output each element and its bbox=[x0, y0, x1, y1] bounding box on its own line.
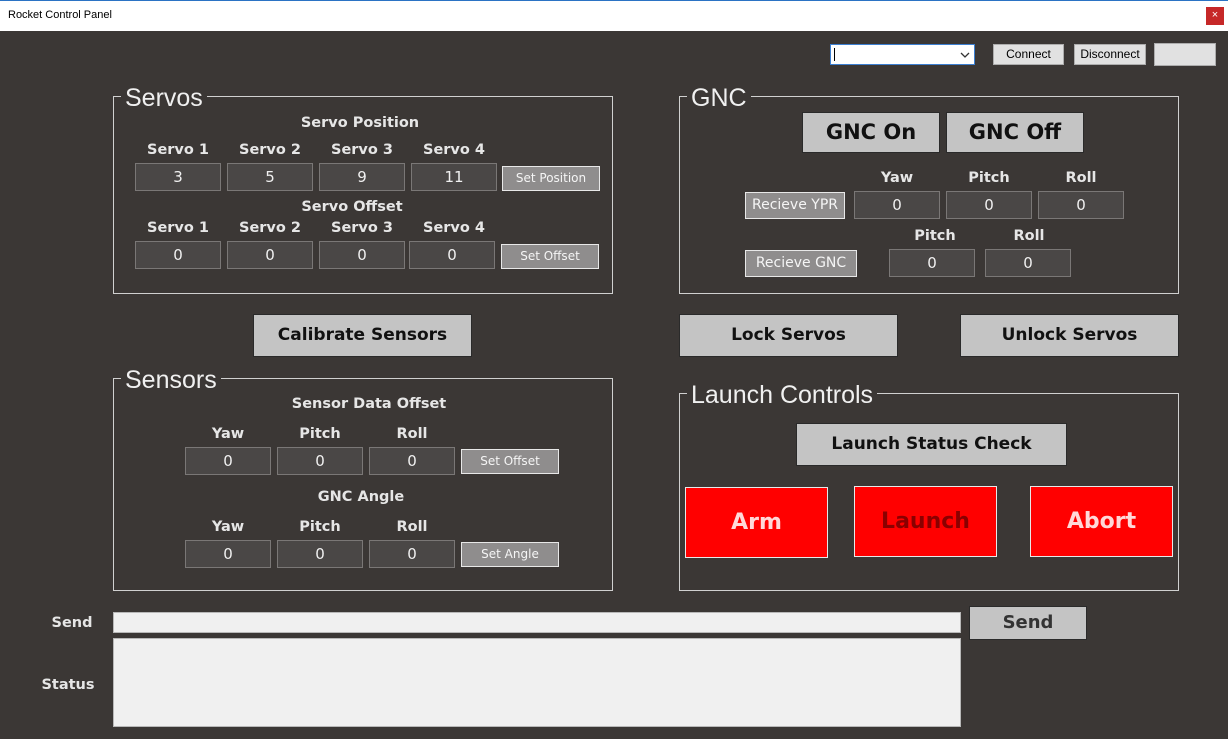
send-label: Send bbox=[51, 615, 93, 631]
sensor-data-offset-heading: Sensor Data Offset bbox=[291, 396, 447, 412]
status-output[interactable] bbox=[113, 638, 961, 727]
unlock-servos-button[interactable]: Unlock Servos bbox=[960, 314, 1179, 357]
gnc-angle-yaw-label: Yaw bbox=[211, 519, 245, 535]
set-servo-offset-button[interactable]: Set Offset bbox=[501, 244, 599, 269]
port-select[interactable] bbox=[830, 44, 975, 65]
servo-3-offset-label: Servo 3 bbox=[331, 220, 393, 236]
gnc-off-button[interactable]: GNC Off bbox=[946, 112, 1084, 153]
gnc-pitch-label: Pitch bbox=[968, 170, 1010, 186]
servo-position-heading: Servo Position bbox=[300, 115, 420, 131]
gnc-roll-input[interactable]: 0 bbox=[1038, 191, 1124, 219]
gnc-angle-yaw-input[interactable]: 0 bbox=[185, 540, 271, 568]
gnc-group-title: GNC bbox=[687, 84, 751, 112]
launch-button[interactable]: Launch bbox=[854, 486, 997, 557]
gnc-yaw-input[interactable]: 0 bbox=[854, 191, 940, 219]
servo-4-position-label: Servo 4 bbox=[423, 142, 485, 158]
servo-4-offset-label: Servo 4 bbox=[423, 220, 485, 236]
gnc-angle-roll-input[interactable]: 0 bbox=[985, 249, 1071, 277]
sensors-group-title: Sensors bbox=[121, 366, 221, 394]
lock-servos-button[interactable]: Lock Servos bbox=[679, 314, 898, 357]
servo-1-position-label: Servo 1 bbox=[147, 142, 209, 158]
set-angle-button[interactable]: Set Angle bbox=[461, 542, 559, 567]
gnc-angle-pitch-label-2: Pitch bbox=[299, 519, 341, 535]
cursor-caret bbox=[834, 48, 835, 61]
sensor-offset-yaw-input[interactable]: 0 bbox=[185, 447, 271, 475]
servo-2-position-input[interactable]: 5 bbox=[227, 163, 313, 191]
servos-group-title: Servos bbox=[121, 84, 207, 112]
gnc-angle-roll-label-2: Roll bbox=[396, 519, 428, 535]
gnc-angle-pitch-label: Pitch bbox=[914, 228, 956, 244]
servo-3-position-label: Servo 3 bbox=[331, 142, 393, 158]
title-bar: Rocket Control Panel × bbox=[0, 0, 1228, 31]
sensor-offset-yaw-label: Yaw bbox=[211, 426, 245, 442]
close-button[interactable]: × bbox=[1206, 7, 1224, 25]
servo-offset-heading: Servo Offset bbox=[301, 199, 403, 215]
servo-4-offset-input[interactable]: 0 bbox=[409, 241, 495, 269]
abort-button[interactable]: Abort bbox=[1030, 486, 1173, 557]
chevron-down-icon bbox=[960, 52, 970, 58]
gnc-yaw-label: Yaw bbox=[880, 170, 914, 186]
gnc-angle-roll-input-2[interactable]: 0 bbox=[369, 540, 455, 568]
servo-3-offset-input[interactable]: 0 bbox=[319, 241, 405, 269]
servo-1-offset-input[interactable]: 0 bbox=[135, 241, 221, 269]
servo-4-position-input[interactable]: 11 bbox=[411, 163, 497, 191]
gnc-angle-heading: GNC Angle bbox=[317, 489, 405, 505]
calibrate-sensors-button[interactable]: Calibrate Sensors bbox=[253, 314, 472, 357]
gnc-on-button[interactable]: GNC On bbox=[802, 112, 940, 153]
gnc-angle-pitch-input[interactable]: 0 bbox=[889, 249, 975, 277]
launch-controls-group-title: Launch Controls bbox=[687, 381, 878, 409]
status-label: Status bbox=[41, 677, 95, 693]
connection-status-box bbox=[1154, 43, 1216, 66]
servo-2-offset-input[interactable]: 0 bbox=[227, 241, 313, 269]
launch-status-check-button[interactable]: Launch Status Check bbox=[796, 423, 1067, 466]
sensor-offset-roll-input[interactable]: 0 bbox=[369, 447, 455, 475]
arm-button[interactable]: Arm bbox=[685, 487, 828, 558]
receive-gnc-button[interactable]: Recieve GNC bbox=[745, 250, 857, 277]
gnc-angle-roll-label: Roll bbox=[1013, 228, 1045, 244]
send-input[interactable] bbox=[113, 612, 961, 633]
servo-1-position-input[interactable]: 3 bbox=[135, 163, 221, 191]
set-position-button[interactable]: Set Position bbox=[502, 166, 600, 191]
sensor-offset-pitch-input[interactable]: 0 bbox=[277, 447, 363, 475]
sensor-offset-pitch-label: Pitch bbox=[299, 426, 341, 442]
gnc-roll-label: Roll bbox=[1065, 170, 1097, 186]
disconnect-button[interactable]: Disconnect bbox=[1074, 44, 1146, 65]
sensor-offset-roll-label: Roll bbox=[396, 426, 428, 442]
send-button[interactable]: Send bbox=[969, 606, 1087, 640]
window-title: Rocket Control Panel bbox=[8, 9, 112, 21]
servo-2-offset-label: Servo 2 bbox=[239, 220, 301, 236]
receive-ypr-button[interactable]: Recieve YPR bbox=[745, 192, 845, 219]
servo-2-position-label: Servo 2 bbox=[239, 142, 301, 158]
gnc-pitch-input[interactable]: 0 bbox=[946, 191, 1032, 219]
set-sensor-offset-button[interactable]: Set Offset bbox=[461, 449, 559, 474]
servo-3-position-input[interactable]: 9 bbox=[319, 163, 405, 191]
connect-button[interactable]: Connect bbox=[993, 44, 1064, 65]
gnc-angle-pitch-input-2[interactable]: 0 bbox=[277, 540, 363, 568]
servo-1-offset-label: Servo 1 bbox=[147, 220, 209, 236]
